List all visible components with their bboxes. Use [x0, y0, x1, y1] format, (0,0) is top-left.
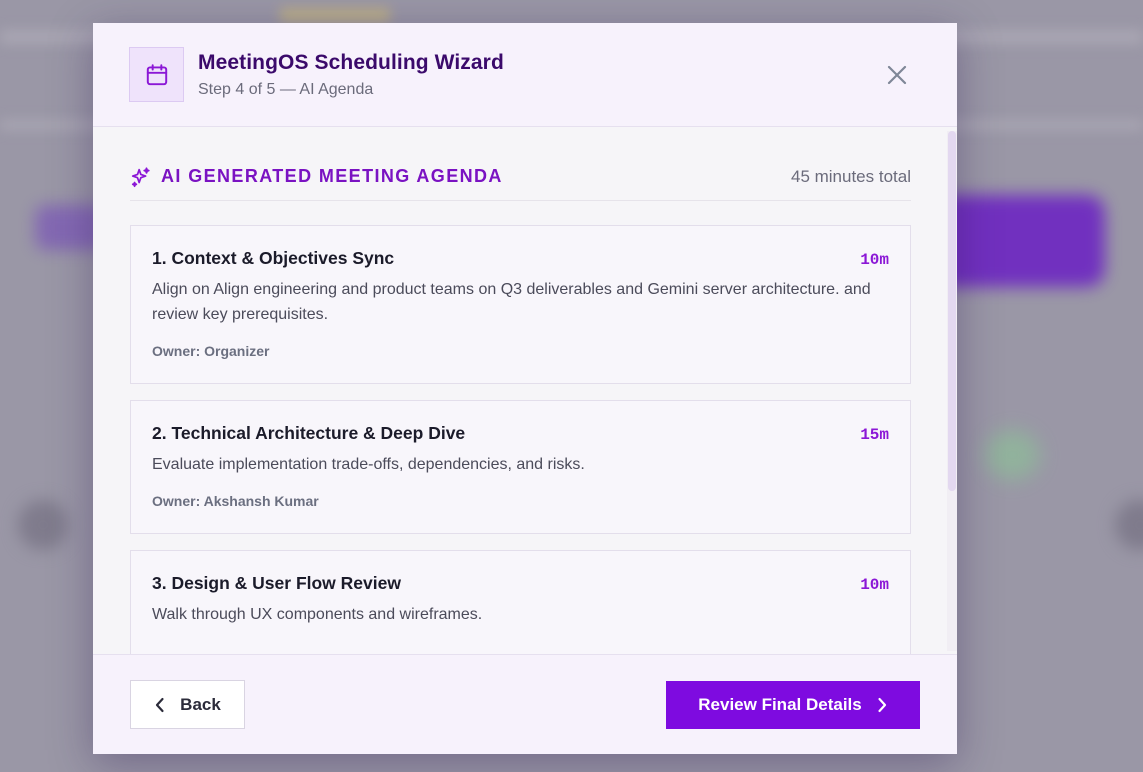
- agenda-item-header: 2. Technical Architecture & Deep Dive 15…: [152, 423, 889, 444]
- scrollbar-thumb[interactable]: [948, 131, 956, 491]
- close-icon: [886, 64, 908, 86]
- background-highlight: [280, 8, 390, 22]
- agenda-item-duration: 10m: [860, 251, 889, 269]
- agenda-item-duration: 15m: [860, 426, 889, 444]
- background-avatar: [18, 500, 68, 550]
- agenda-item[interactable]: 1. Context & Objectives Sync 10m Align o…: [130, 225, 911, 384]
- agenda-item-description: Evaluate implementation trade-offs, depe…: [152, 456, 585, 473]
- agenda-item-header: 3. Design & User Flow Review 10m: [152, 573, 889, 594]
- agenda-item-description: Align on Align engineering and product t…: [152, 281, 871, 323]
- chevron-left-icon: [154, 697, 166, 713]
- agenda-item-title: 3. Design & User Flow Review: [152, 573, 401, 593]
- agenda-item-title: 2. Technical Architecture & Deep Dive: [152, 423, 466, 443]
- agenda-item-owner: Owner: Organizer: [152, 343, 270, 359]
- calendar-icon: [144, 62, 170, 88]
- wizard-title: MeetingOS Scheduling Wizard: [198, 50, 504, 74]
- back-button-label: Back: [180, 694, 221, 714]
- agenda-item[interactable]: 2. Technical Architecture & Deep Dive 15…: [130, 400, 911, 534]
- scheduling-wizard-modal: MeetingOS Scheduling Wizard Step 4 of 5 …: [93, 23, 957, 754]
- modal-footer: Back Review Final Details: [93, 654, 957, 754]
- background-avatar: [1115, 500, 1143, 550]
- agenda-item-title: 1. Context & Objectives Sync: [152, 248, 395, 268]
- agenda-item-duration: 10m: [860, 576, 889, 594]
- review-final-details-button[interactable]: Review Final Details: [666, 680, 920, 729]
- modal-header: MeetingOS Scheduling Wizard Step 4 of 5 …: [93, 23, 957, 127]
- header-text: MeetingOS Scheduling Wizard Step 4 of 5 …: [198, 51, 504, 99]
- header-icon-box: [129, 47, 184, 102]
- chevron-right-icon: [876, 697, 888, 713]
- agenda-section-header: AI GENERATED MEETING AGENDA 45 minutes t…: [130, 153, 911, 201]
- close-button[interactable]: [883, 61, 911, 89]
- back-button[interactable]: Back: [130, 680, 245, 729]
- agenda-list: 1. Context & Objectives Sync 10m Align o…: [130, 225, 911, 654]
- review-button-label: Review Final Details: [698, 694, 862, 714]
- agenda-total-duration: 45 minutes total: [790, 166, 911, 186]
- agenda-item-header: 1. Context & Objectives Sync 10m: [152, 248, 889, 269]
- background-avatar: [985, 430, 1040, 480]
- agenda-section-title: AI GENERATED MEETING AGENDA: [161, 166, 503, 186]
- wizard-step-indicator: Step 4 of 5 — AI Agenda: [198, 80, 374, 98]
- modal-body: AI GENERATED MEETING AGENDA 45 minutes t…: [93, 127, 957, 654]
- agenda-item[interactable]: 3. Design & User Flow Review 10m Walk th…: [130, 550, 911, 654]
- agenda-item-description: Walk through UX components and wireframe…: [152, 606, 483, 623]
- sparkles-icon: [130, 166, 152, 188]
- agenda-item-owner: Owner: Akshansh Kumar: [152, 493, 319, 509]
- agenda-section-title-group: AI GENERATED MEETING AGENDA: [130, 166, 503, 188]
